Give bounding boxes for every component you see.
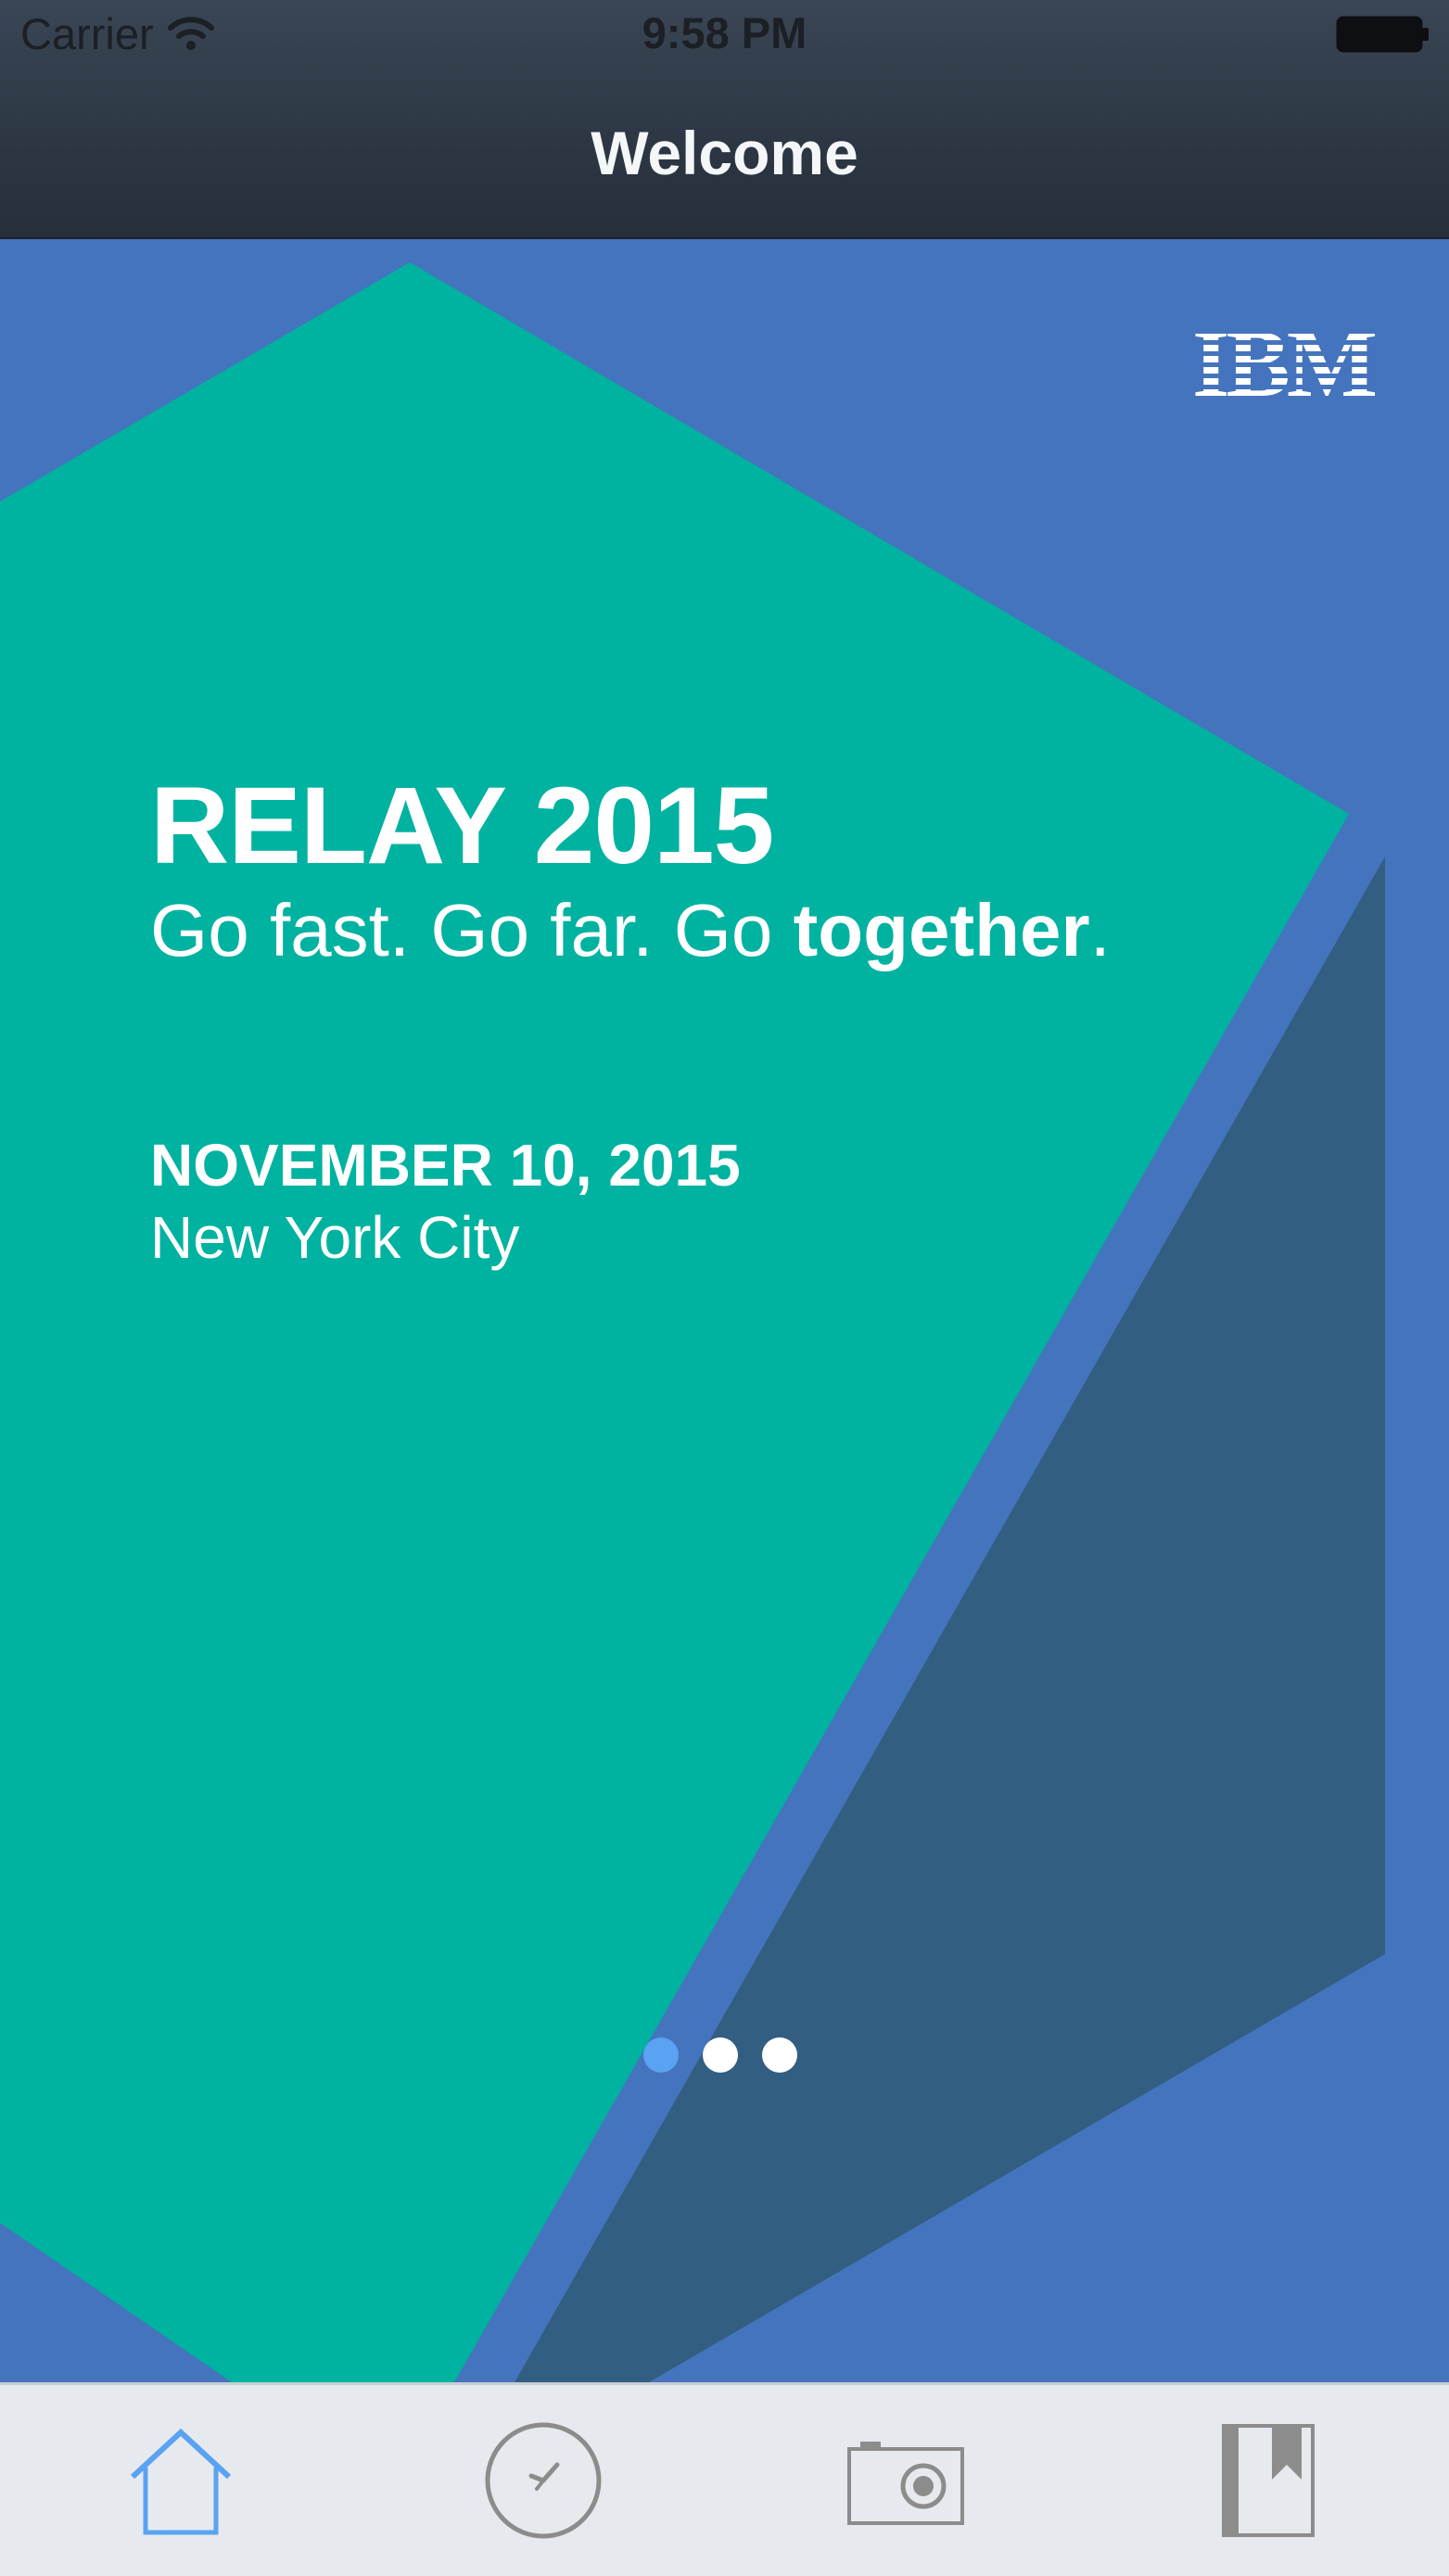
- page-dot-1[interactable]: [643, 2037, 679, 2073]
- svg-text:IBM: IBM: [1192, 321, 1376, 400]
- page-dot-2[interactable]: [703, 2037, 738, 2073]
- tagline-end: .: [1089, 889, 1111, 971]
- event-title: RELAY 2015: [150, 765, 774, 887]
- tab-bar: [0, 2382, 1449, 2576]
- ibm-logo: IBM: [1192, 321, 1379, 400]
- event-date: NOVEMBER 10, 2015: [150, 1132, 741, 1199]
- screen: Carrier 9:58 PM Welcome IBM RELAY 2015 G…: [0, 0, 1449, 2576]
- welcome-slide[interactable]: IBM RELAY 2015 Go fast. Go far. Go toget…: [0, 239, 1449, 2382]
- event-city: New York City: [150, 1204, 520, 1271]
- page-title: Welcome: [591, 119, 858, 187]
- home-icon: [131, 2428, 232, 2535]
- tagline-bold: together: [793, 889, 1090, 971]
- event-tagline: Go fast. Go far. Go together.: [150, 888, 1111, 973]
- tab-home[interactable]: [0, 2385, 362, 2576]
- battery-icon: [1336, 16, 1429, 53]
- tab-schedule[interactable]: [362, 2385, 725, 2576]
- top-bar: Carrier 9:58 PM Welcome: [0, 0, 1449, 239]
- bookmark-icon: [1221, 2424, 1315, 2537]
- page-dot-3[interactable]: [762, 2037, 797, 2073]
- clock-icon: [485, 2422, 602, 2539]
- camera-icon: [846, 2442, 964, 2525]
- tab-photos[interactable]: [725, 2385, 1087, 2576]
- page-indicator[interactable]: [643, 2037, 797, 2075]
- tagline-regular: Go fast. Go far. Go: [150, 889, 794, 971]
- tab-bookmarks[interactable]: [1087, 2385, 1449, 2576]
- status-time: 9:58 PM: [642, 8, 807, 57]
